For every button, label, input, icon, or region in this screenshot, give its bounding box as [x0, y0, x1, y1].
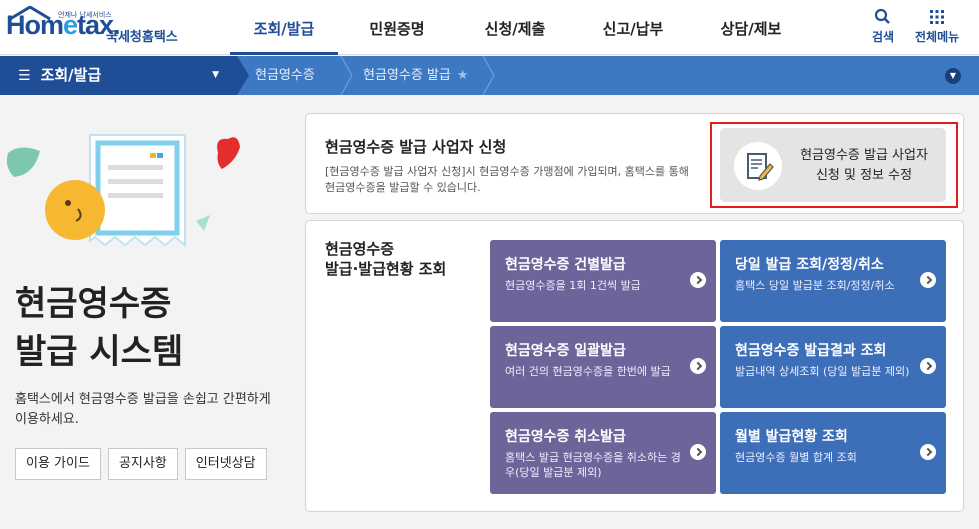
nav-item-inquiry[interactable]: 조회/발급 — [230, 0, 338, 55]
nav-item-application[interactable]: 신청/제출 — [456, 0, 574, 55]
usage-guide-button[interactable]: 이용 가이드 — [15, 448, 101, 480]
breadcrumb-separator-icon — [340, 56, 353, 95]
search-label: 검색 — [872, 30, 895, 44]
intro-button-group: 이용 가이드 공지사항 인터넷상담 — [15, 448, 267, 480]
tile-subtitle: 현금영수증 월별 합계 조회 — [735, 451, 857, 464]
single-issue-tile[interactable]: 현금영수증 건별발급 현금영수증을 1회 1건씩 발급 — [490, 240, 716, 322]
top-header: 언제나 납세서비스 Hometax. 국세청홈택스 조회/발급 민원증명 신청/… — [0, 0, 979, 55]
all-menu-label: 전체메뉴 — [915, 30, 960, 44]
tile-title: 월별 발급현황 조회 — [735, 429, 848, 445]
breadcrumb-separator-icon — [482, 56, 495, 95]
hometax-logo[interactable]: 언제나 납세서비스 Hometax. 국세청홈택스 — [6, 6, 186, 50]
breadcrumb-separator-icon — [237, 56, 249, 95]
internet-consult-button[interactable]: 인터넷상담 — [184, 448, 267, 480]
tile-title: 현금영수증 일괄발급 — [505, 343, 626, 359]
tile-title: 현금영수증 발급결과 조회 — [735, 343, 887, 359]
hamburger-icon: ☰ — [18, 68, 31, 84]
breadcrumb-item-cash-receipt-issue[interactable]: 현금영수증 발급 ★ — [363, 56, 469, 95]
breadcrumb-menu-select[interactable]: ☰ 조회/발급 ▼ — [0, 56, 237, 95]
global-nav: 조회/발급 민원증명 신청/제출 신고/납부 상담/제보 — [230, 0, 810, 55]
chevron-right-icon — [690, 272, 706, 288]
nav-item-report-payment[interactable]: 신고/납부 — [574, 0, 692, 55]
cash-receipt-illustration — [6, 134, 240, 248]
monthly-status-tile[interactable]: 월별 발급현황 조회 현금영수증 월별 합계 조회 — [720, 412, 946, 494]
caret-down-icon: ▼ — [212, 70, 219, 80]
favorite-star-icon[interactable]: ★ — [457, 68, 469, 83]
chevron-right-icon — [920, 272, 936, 288]
apply-panel: 현금영수증 발급 사업자 신청 [현금영수증 발급 사업자 신청]시 현금영수증… — [305, 113, 964, 214]
nav-item-certificate[interactable]: 민원증명 — [338, 0, 456, 55]
logo-korean: 국세청홈택스 — [106, 30, 178, 45]
tile-subtitle: 홈택스 당일 발급분 조회/정정/취소 — [735, 279, 895, 292]
page-title-line2: 발급 시스템 — [15, 332, 184, 372]
tile-subtitle: 홈택스 발급 현금영수증을 취소하는 경우(당일 발급분 제외) — [505, 451, 681, 479]
chevron-right-icon — [690, 358, 706, 374]
tile-title: 당일 발급 조회/정정/취소 — [735, 257, 884, 273]
apply-panel-title: 현금영수증 발급 사업자 신청 — [325, 138, 507, 156]
tile-subtitle: 현금영수증을 1회 1건씩 발급 — [505, 279, 641, 292]
batch-issue-tile[interactable]: 현금영수증 일괄발급 여러 건의 현금영수증을 한번에 발급 — [490, 326, 716, 408]
nav-item-consult[interactable]: 상담/제보 — [692, 0, 810, 55]
page-title: 현금영수증 발급 시스템 — [15, 280, 183, 376]
breadcrumb: ☰ 조회/발급 ▼ 현금영수증 현금영수증 발급 ★ ▼ — [0, 56, 979, 95]
apply-button-label: 현금영수증 발급 사업자 신청 및 정보 수정 — [800, 148, 928, 183]
chevron-down-icon[interactable]: ▼ — [945, 68, 961, 84]
document-edit-icon — [734, 142, 782, 190]
issue-inquiry-panel: 현금영수증 발급·발급현황 조회 현금영수증 건별발급 현금영수증을 1회 1건… — [305, 220, 964, 512]
breadcrumb-item-cash-receipt[interactable]: 현금영수증 — [255, 56, 315, 95]
highlight-box: 현금영수증 발급 사업자 신청 및 정보 수정 — [710, 122, 958, 208]
tile-subtitle: 발급내역 상세조회 (당일 발급분 제외) — [735, 365, 910, 378]
tile-subtitle: 여러 건의 현금영수증을 한번에 발급 — [505, 365, 671, 378]
apply-panel-description: [현금영수증 발급 사업자 신청]시 현금영수증 가맹점에 가입되며, 홈택스를… — [325, 165, 689, 194]
issue-result-inquiry-tile[interactable]: 현금영수증 발급결과 조회 발급내역 상세조회 (당일 발급분 제외) — [720, 326, 946, 408]
tile-title: 현금영수증 건별발급 — [505, 257, 626, 273]
logo-wordmark: Hometax. — [6, 10, 121, 40]
search-icon — [874, 8, 890, 24]
all-menu-button[interactable]: 전체메뉴 — [915, 8, 959, 45]
tile-title: 현금영수증 취소발급 — [505, 429, 626, 445]
page-title-line1: 현금영수증 — [15, 284, 172, 324]
search-button[interactable]: 검색 — [872, 8, 894, 45]
same-day-inquiry-tile[interactable]: 당일 발급 조회/정정/취소 홈택스 당일 발급분 조회/정정/취소 — [720, 240, 946, 322]
breadcrumb-current-label: 현금영수증 발급 — [363, 68, 451, 83]
grid-menu-icon — [930, 10, 945, 24]
breadcrumb-menu-label: 조회/발급 — [40, 66, 102, 84]
chevron-right-icon — [690, 444, 706, 460]
issue-inquiry-title: 현금영수증 발급·발급현황 조회 — [325, 240, 447, 278]
intro-description: 홈택스에서 현금영수증 발급을 손쉽고 간편하게 이용하세요. — [15, 392, 271, 427]
notice-button[interactable]: 공지사항 — [107, 448, 178, 480]
apply-business-button[interactable]: 현금영수증 발급 사업자 신청 및 정보 수정 — [720, 128, 946, 202]
chevron-right-icon — [920, 444, 936, 460]
cancel-issue-tile[interactable]: 현금영수증 취소발급 홈택스 발급 현금영수증을 취소하는 경우(당일 발급분 … — [490, 412, 716, 494]
chevron-right-icon — [920, 358, 936, 374]
